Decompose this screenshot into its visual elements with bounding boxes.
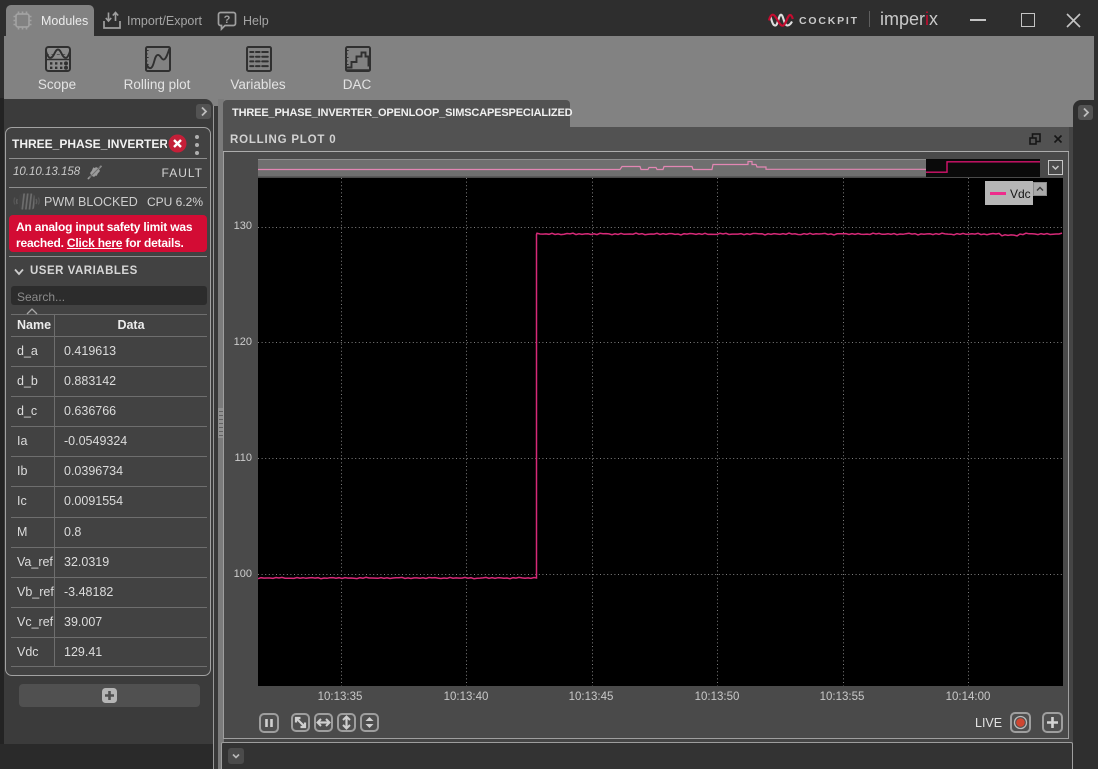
- svg-text:?: ?: [224, 14, 231, 26]
